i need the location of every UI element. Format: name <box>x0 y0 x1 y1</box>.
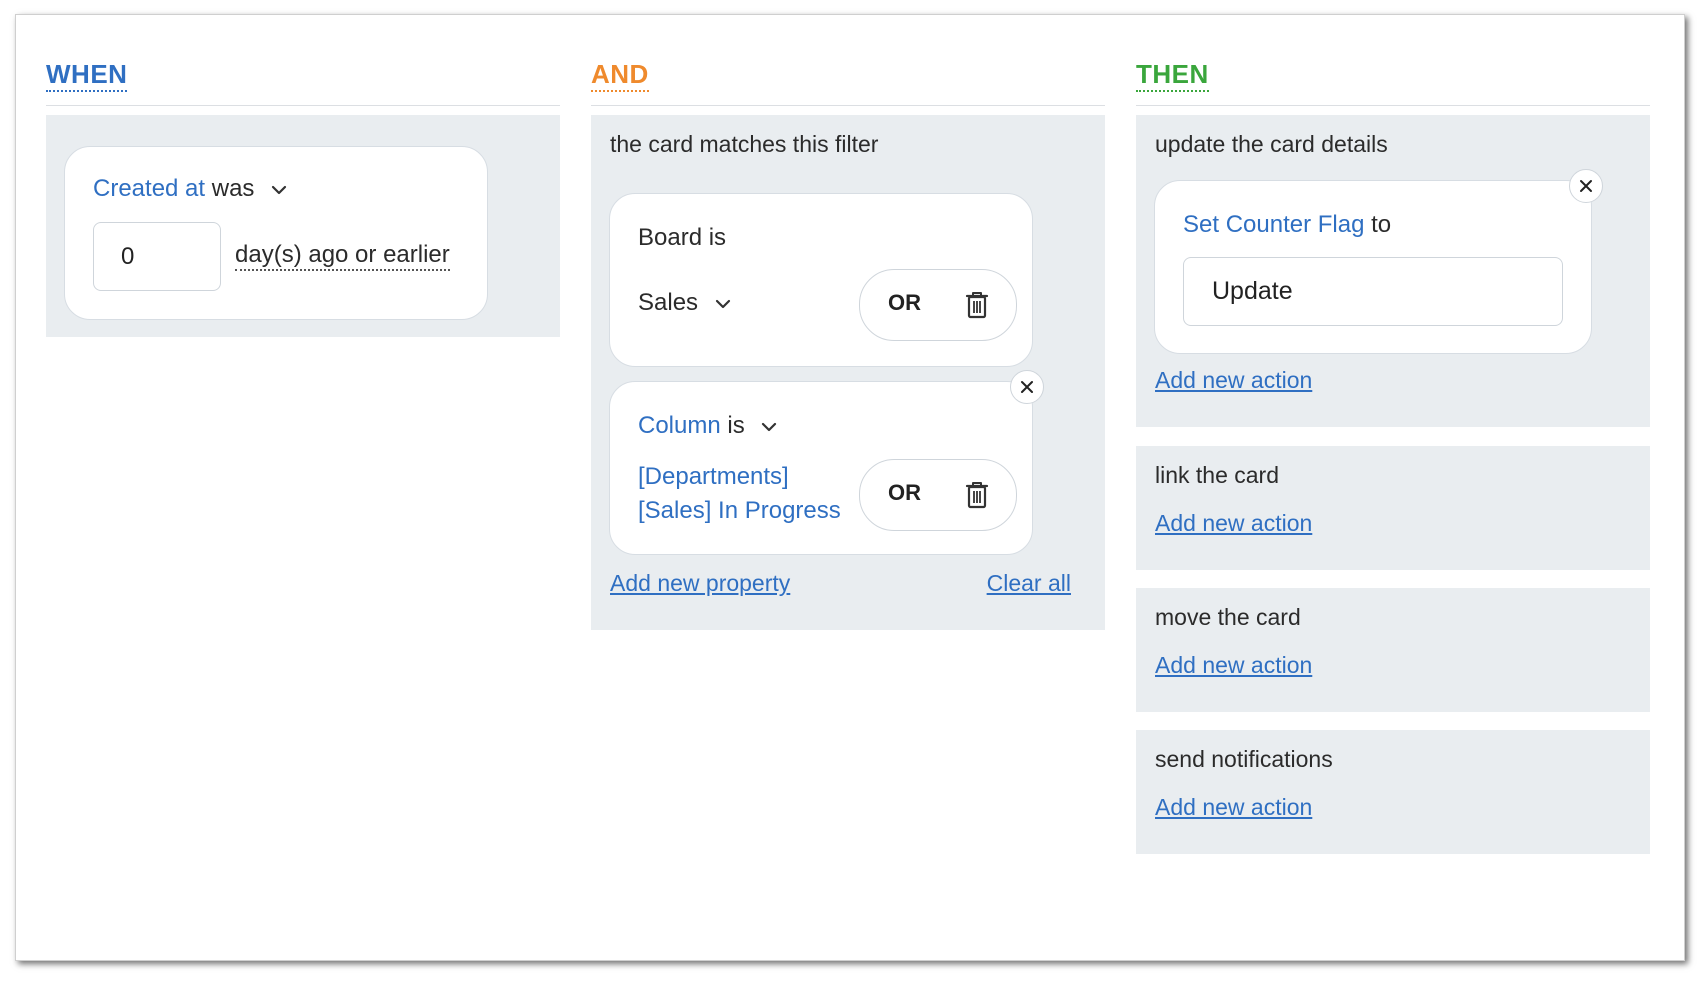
close-icon <box>1580 180 1592 192</box>
then-section-move: move the card Add new action <box>1136 588 1650 712</box>
and-title[interactable]: AND <box>591 59 649 92</box>
condition-verb: was <box>211 175 255 202</box>
action-value-input[interactable]: Update <box>1183 257 1563 326</box>
days-input-value: 0 <box>121 243 135 270</box>
when-column: WHEN Created at was 0 day(s) ago or earl… <box>46 15 560 337</box>
filter-verb: is <box>708 224 727 251</box>
and-panel: the card matches this filter Board is Sa… <box>591 115 1105 630</box>
chevron-down-icon[interactable] <box>269 180 289 200</box>
rule-editor: WHEN Created at was 0 day(s) ago or earl… <box>15 14 1685 961</box>
section-heading: move the card <box>1155 604 1301 630</box>
trash-icon[interactable] <box>964 290 990 320</box>
then-column: THEN update the card details Set Counter… <box>1136 15 1650 854</box>
days-input[interactable]: 0 <box>93 222 221 291</box>
trash-icon[interactable] <box>964 480 990 510</box>
filter-verb: is <box>727 412 745 439</box>
and-heading: the card matches this filter <box>610 131 879 157</box>
action-field-label: Set Counter Flag to <box>1183 211 1391 239</box>
add-new-property-link[interactable]: Add new property <box>610 570 790 597</box>
filter-value[interactable]: Sales <box>638 289 698 316</box>
then-title[interactable]: THEN <box>1136 59 1209 92</box>
then-section-notifications: send notifications Add new action <box>1136 730 1650 854</box>
or-button[interactable]: OR <box>888 290 921 316</box>
then-section-update: update the card details Set Counter Flag… <box>1136 115 1650 427</box>
filter-value-line2[interactable]: [Sales] In Progress <box>638 494 841 528</box>
remove-action-button[interactable] <box>1569 169 1603 203</box>
time-unit-selector[interactable]: day(s) ago or earlier <box>235 241 450 271</box>
or-pill: OR <box>859 269 1017 341</box>
then-section-link: link the card Add new action <box>1136 446 1650 570</box>
section-heading: link the card <box>1155 462 1280 488</box>
section-heading: send notifications <box>1155 746 1333 772</box>
filter-field: Board <box>638 224 703 251</box>
when-header: WHEN <box>46 15 560 106</box>
and-column: AND the card matches this filter Board i… <box>591 15 1105 630</box>
filter-card-board: Board is Sales OR <box>609 193 1033 367</box>
or-button[interactable]: OR <box>888 480 921 506</box>
section-heading: update the card details <box>1155 131 1388 157</box>
filter-board-value-selector[interactable]: Sales <box>638 289 733 317</box>
filter-value-line1[interactable]: [Departments] <box>638 460 841 494</box>
filter-field[interactable]: Column <box>638 412 721 439</box>
when-condition-selector[interactable]: Created at was <box>93 175 289 203</box>
filter-board-label: Board is <box>638 224 726 252</box>
condition-field[interactable]: Created at <box>93 175 205 202</box>
then-header: THEN <box>1136 15 1650 106</box>
update-action-card: Set Counter Flag to Update <box>1154 169 1603 354</box>
remove-filter-button[interactable] <box>1010 370 1044 404</box>
filter-card-column: Column is [Departments] [Sales] In Progr… <box>609 370 1044 555</box>
add-new-action-link[interactable]: Add new action <box>1155 510 1312 537</box>
action-field[interactable]: Set Counter Flag <box>1183 211 1364 238</box>
chevron-down-icon[interactable] <box>759 417 779 437</box>
filter-column-value[interactable]: [Departments] [Sales] In Progress <box>638 460 841 528</box>
add-new-action-link[interactable]: Add new action <box>1155 367 1312 394</box>
chevron-down-icon[interactable] <box>713 294 733 314</box>
filter-column-selector[interactable]: Column is <box>638 412 779 440</box>
add-new-action-link[interactable]: Add new action <box>1155 652 1312 679</box>
action-verb: to <box>1371 211 1392 238</box>
clear-all-link[interactable]: Clear all <box>987 570 1071 597</box>
add-new-action-link[interactable]: Add new action <box>1155 794 1312 821</box>
action-value: Update <box>1212 277 1293 305</box>
when-panel: Created at was 0 day(s) ago or earlier <box>46 115 560 337</box>
when-title[interactable]: WHEN <box>46 59 128 92</box>
or-pill: OR <box>859 459 1017 531</box>
and-header: AND <box>591 15 1105 106</box>
close-icon <box>1021 381 1033 393</box>
when-condition-card: Created at was 0 day(s) ago or earlier <box>64 146 488 320</box>
